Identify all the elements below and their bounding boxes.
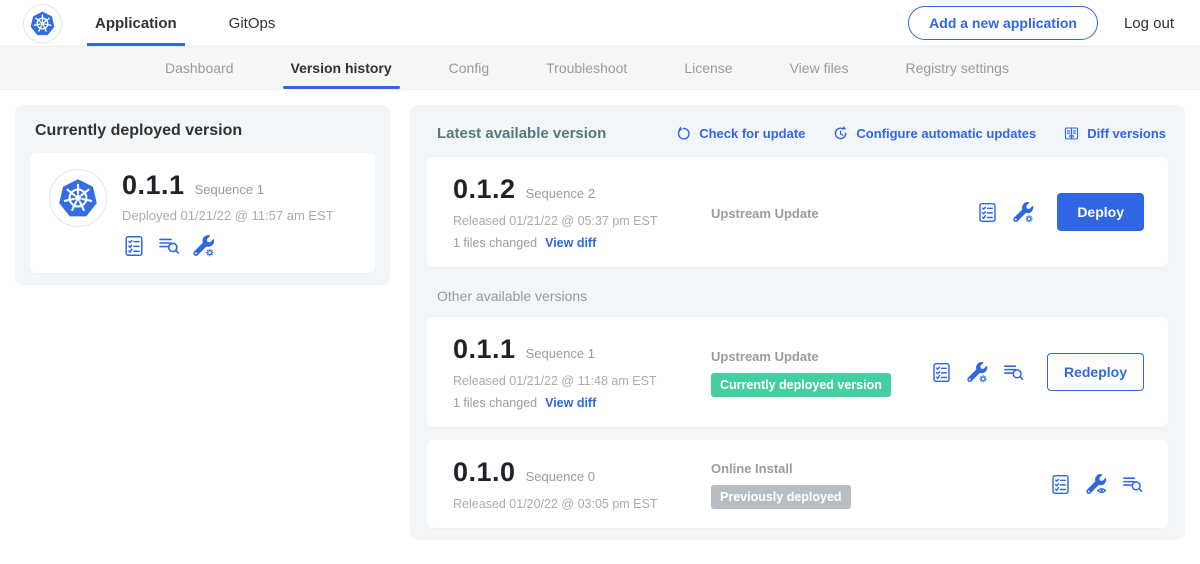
version-source-label: Upstream Update [711, 349, 930, 364]
app-subnav: Dashboard Version history Config Trouble… [0, 46, 1200, 90]
deployed-sequence-label: Sequence 1 [195, 182, 264, 197]
edit-config-icon[interactable] [966, 361, 989, 384]
currently-deployed-badge: Currently deployed version [711, 373, 891, 397]
top-navbar: Application GitOps Add a new application… [0, 0, 1200, 46]
edit-config-icon[interactable] [1012, 201, 1035, 224]
add-application-button[interactable]: Add a new application [908, 6, 1098, 40]
files-changed-label: 1 files changed [453, 236, 537, 250]
release-notes-icon[interactable] [976, 201, 999, 224]
version-number: 0.1.1 [453, 334, 516, 365]
release-notes-icon[interactable] [1049, 473, 1072, 496]
subtab-registry-settings[interactable]: Registry settings [905, 47, 1008, 89]
version-number: 0.1.2 [453, 174, 516, 205]
diff-versions-link[interactable]: Diff versions [1063, 125, 1166, 142]
release-notes-icon[interactable] [930, 361, 953, 384]
files-changed-label: 1 files changed [453, 396, 537, 410]
sequence-label: Sequence 1 [526, 346, 595, 361]
deployed-panel-title: Currently deployed version [30, 122, 375, 153]
subtab-view-files[interactable]: View files [790, 47, 849, 89]
view-diff-link[interactable]: View diff [545, 396, 596, 410]
other-available-versions-title: Other available versions [437, 288, 1168, 304]
subtab-license[interactable]: License [684, 47, 732, 89]
subtab-version-history[interactable]: Version history [291, 47, 392, 89]
version-card-0-1-0: 0.1.0 Sequence 0 Released 01/20/22 @ 03:… [427, 440, 1168, 528]
released-timestamp: Released 01/21/22 @ 05:37 pm EST [453, 214, 711, 228]
deploy-button[interactable]: Deploy [1057, 193, 1144, 231]
view-logs-icon[interactable] [1002, 361, 1025, 384]
edit-config-icon[interactable] [192, 234, 216, 258]
redeploy-button[interactable]: Redeploy [1047, 353, 1144, 391]
tab-application[interactable]: Application [91, 0, 181, 46]
version-number: 0.1.0 [453, 457, 516, 488]
deployed-version-number: 0.1.1 [122, 170, 185, 201]
subtab-dashboard[interactable]: Dashboard [165, 47, 234, 89]
app-logo[interactable] [24, 0, 61, 46]
sequence-label: Sequence 2 [526, 186, 595, 201]
release-notes-icon[interactable] [122, 234, 146, 258]
latest-available-title: Latest available version [437, 125, 606, 142]
deployed-version-card: 0.1.1 Sequence 1 Deployed 01/21/22 @ 11:… [30, 153, 375, 273]
clock-refresh-icon [832, 125, 849, 142]
configure-automatic-updates-link[interactable]: Configure automatic updates [832, 125, 1036, 142]
view-logs-icon[interactable] [1121, 473, 1144, 496]
currently-deployed-panel: Currently deployed version 0.1.1 Sequenc… [15, 105, 390, 285]
main-content: Currently deployed version 0.1.1 Sequenc… [0, 90, 1200, 555]
subtab-config[interactable]: Config [449, 47, 489, 89]
logout-button[interactable]: Log out [1124, 15, 1174, 32]
subtab-troubleshoot[interactable]: Troubleshoot [546, 47, 627, 89]
previously-deployed-badge: Previously deployed [711, 485, 851, 509]
released-timestamp: Released 01/21/22 @ 11:48 am EST [453, 374, 711, 388]
check-for-update-link[interactable]: Check for update [675, 125, 805, 142]
view-logs-icon[interactable] [157, 234, 181, 258]
available-versions-panel: Latest available version Check for updat… [410, 105, 1185, 540]
view-config-icon[interactable] [1085, 473, 1108, 496]
view-diff-link[interactable]: View diff [545, 236, 596, 250]
sequence-label: Sequence 0 [526, 469, 595, 484]
kubernetes-app-icon [55, 175, 101, 221]
version-card-0-1-2: 0.1.2 Sequence 2 Released 01/21/22 @ 05:… [427, 157, 1168, 267]
kubernetes-logo-icon [28, 9, 57, 38]
tab-gitops[interactable]: GitOps [225, 0, 280, 46]
deployed-timestamp: Deployed 01/21/22 @ 11:57 am EST [122, 208, 334, 223]
version-source-label: Online Install [711, 461, 1049, 476]
version-source-label: Upstream Update [711, 206, 976, 221]
refresh-icon [675, 125, 692, 142]
diff-icon [1063, 125, 1080, 142]
version-card-0-1-1: 0.1.1 Sequence 1 Released 01/21/22 @ 11:… [427, 317, 1168, 427]
released-timestamp: Released 01/20/22 @ 03:05 pm EST [453, 497, 711, 511]
